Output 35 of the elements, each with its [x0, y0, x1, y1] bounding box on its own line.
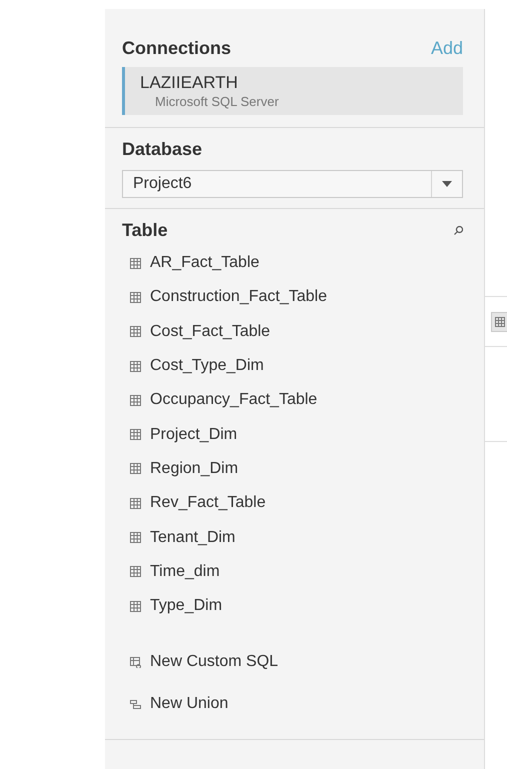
- table-icon: [130, 498, 141, 509]
- table-icon: [130, 258, 141, 269]
- table-icon: [130, 326, 141, 338]
- table-icon: [130, 292, 141, 303]
- table-item[interactable]: Project_Dim: [150, 426, 238, 444]
- caret-icon: [442, 181, 452, 187]
- table-icon: [130, 360, 141, 372]
- search-icon[interactable]: [454, 226, 463, 235]
- table-icon: [130, 394, 141, 406]
- union-icon: [130, 698, 141, 710]
- table-item[interactable]: Time_dim: [150, 562, 220, 581]
- section-title: Table: [122, 220, 168, 241]
- grid-icon: [495, 316, 505, 326]
- table-icon: [130, 600, 141, 612]
- table-item[interactable]: Construction_Fact_Table: [150, 288, 327, 306]
- table-gear-icon: [130, 656, 141, 668]
- table-item[interactable]: AR_Fact_Table: [150, 254, 260, 272]
- section-title: Connections: [122, 38, 232, 59]
- database-dropdown[interactable]: Project6: [122, 170, 463, 198]
- table-icon: [130, 566, 141, 578]
- table-icon: [130, 463, 141, 474]
- table-icon: [130, 429, 141, 440]
- table-item[interactable]: Cost_Fact_Table: [150, 322, 270, 341]
- connection-item[interactable]: LAZIIEARTH Microsoft SQL Server: [122, 67, 463, 115]
- grid-button[interactable]: [491, 312, 507, 332]
- table-item[interactable]: Tenant_Dim: [150, 528, 236, 547]
- table-item[interactable]: Cost_Type_Dim: [150, 357, 264, 376]
- table-item[interactable]: Type_Dim: [150, 597, 222, 616]
- table-icon: [130, 532, 141, 544]
- table-item[interactable]: Rev_Fact_Table: [150, 494, 266, 512]
- table-item[interactable]: Occupancy_Fact_Table: [150, 391, 318, 410]
- table-item[interactable]: Region_Dim: [150, 460, 238, 478]
- action-link[interactable]: New Custom SQL: [150, 653, 278, 672]
- action-link[interactable]: New Union: [150, 695, 228, 714]
- section-title: Database: [122, 139, 202, 160]
